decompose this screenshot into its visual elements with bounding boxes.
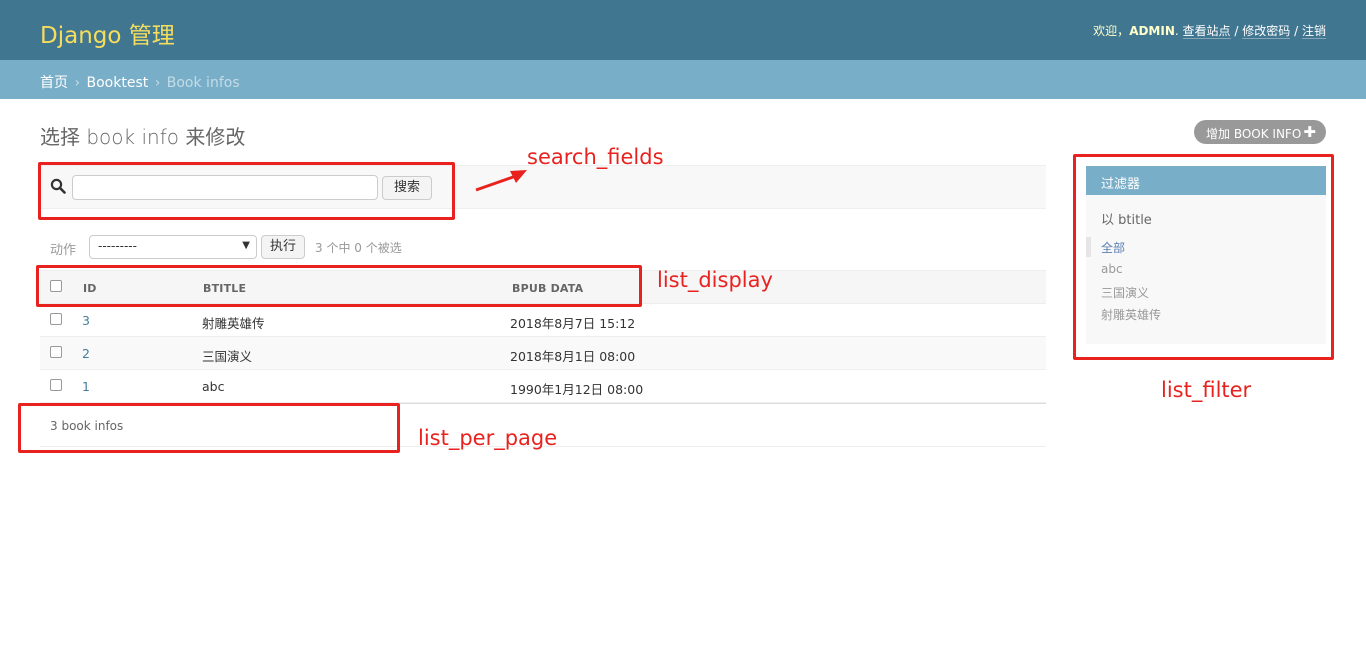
row-id-link[interactable]: 1 xyxy=(82,379,90,394)
annotation-list-display: list_display xyxy=(657,268,773,292)
row-btitle: 三国演义 xyxy=(202,349,253,364)
action-select[interactable]: --------- ▼ xyxy=(89,235,257,259)
row-btitle: 射雕英雄传 xyxy=(202,316,265,331)
separator: / xyxy=(1294,24,1299,38)
logout-link[interactable]: 注销 xyxy=(1301,24,1326,39)
breadcrumb-app[interactable]: Booktest xyxy=(87,75,149,91)
username-suffix: . xyxy=(1174,24,1179,38)
annotation-box-list-display xyxy=(36,265,642,307)
table-row: 3 射雕英雄传 2018年8月7日 15:12 xyxy=(40,304,1046,337)
view-site-link[interactable]: 查看站点 xyxy=(1182,24,1231,39)
username: ADMIN xyxy=(1129,24,1175,38)
user-tools: 欢迎，ADMIN. 查看站点 / 修改密码 / 注销 xyxy=(1093,22,1326,39)
welcome-text: 欢迎， xyxy=(1093,24,1130,38)
row-bpub-data: 2018年8月7日 15:12 xyxy=(510,316,636,331)
action-select-value: --------- xyxy=(98,239,137,253)
row-checkbox[interactable] xyxy=(50,346,62,358)
site-brand[interactable]: Django 管理 xyxy=(40,16,175,50)
row-checkbox[interactable] xyxy=(50,313,62,325)
row-bpub-data: 1990年1月12日 08:00 xyxy=(510,382,644,397)
page-title: 选择 book info 来修改 xyxy=(40,125,246,149)
annotation-search-fields: search_fields xyxy=(527,145,664,169)
annotation-box-filter xyxy=(1073,154,1334,360)
row-checkbox[interactable] xyxy=(50,379,62,391)
header: Django 管理 欢迎，ADMIN. 查看站点 / 修改密码 / 注销 xyxy=(0,0,1366,60)
table-row: 2 三国演义 2018年8月1日 08:00 xyxy=(40,337,1046,370)
breadcrumb-separator: › xyxy=(74,75,81,91)
annotation-list-per-page: list_per_page xyxy=(418,426,558,450)
annotation-box-per-page xyxy=(18,403,400,453)
table-row: 1 abc 1990年1月12日 08:00 xyxy=(40,370,1046,403)
arrow-icon xyxy=(475,170,527,192)
selected-count: 3 个中 0 个被选 xyxy=(315,241,402,255)
actions-label: 动作 xyxy=(50,243,77,258)
row-id-link[interactable]: 3 xyxy=(82,313,90,328)
run-action-button[interactable]: 执行 xyxy=(261,235,305,259)
breadcrumb-separator: › xyxy=(154,75,161,91)
add-book-info-button[interactable]: 增加 BOOK INFO ✚ xyxy=(1194,120,1326,144)
row-bpub-data: 2018年8月1日 08:00 xyxy=(510,349,636,364)
annotation-box-search xyxy=(38,162,455,220)
separator: / xyxy=(1234,24,1239,38)
change-password-link[interactable]: 修改密码 xyxy=(1242,24,1291,39)
breadcrumb: 首页 › Booktest › Book infos xyxy=(0,60,1366,99)
row-btitle: abc xyxy=(202,379,225,394)
row-id-link[interactable]: 2 xyxy=(82,346,90,361)
chevron-down-icon: ▼ xyxy=(242,240,250,251)
breadcrumb-current: Book infos xyxy=(166,75,240,91)
breadcrumb-home[interactable]: 首页 xyxy=(40,75,68,91)
annotation-list-filter: list_filter xyxy=(1161,378,1252,402)
plus-icon: ✚ xyxy=(1303,123,1316,141)
add-button-label: 增加 BOOK INFO xyxy=(1206,127,1302,141)
